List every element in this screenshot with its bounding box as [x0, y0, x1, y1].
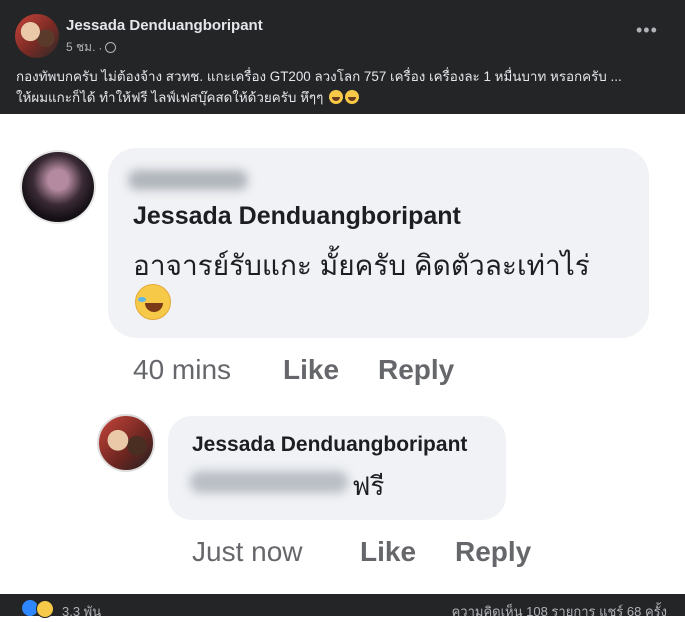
reply-author[interactable]: Jessada Denduangboripant: [192, 433, 467, 457]
grinning-emoji-icon: [345, 90, 360, 104]
reply-button[interactable]: Reply: [378, 354, 454, 386]
post-text: กองทัพบกครับ ไม่ต้องจ้าง สวทช. แกะเครื่อ…: [16, 66, 676, 108]
avatar[interactable]: [15, 14, 59, 58]
haha-icon[interactable]: [36, 600, 54, 618]
post-body: กองทัพบกครับ ไม่ต้องจ้าง สวทช. แกะเครื่อ…: [16, 69, 622, 105]
comment-share-stats[interactable]: ความคิดเห็น 108 รายการ แชร์ 68 ครั้ง: [452, 601, 667, 622]
comment-text: อาจารย์รับแกะ มั้ยครับ คิดตัวละเท่าไร่: [133, 250, 590, 281]
post-header: Jessada Denduangboripant 5 ชม. · ••• กอง…: [0, 0, 685, 114]
globe-icon: [105, 42, 117, 53]
like-button[interactable]: Like: [283, 354, 339, 386]
commenter-avatar[interactable]: [20, 150, 96, 224]
post-author[interactable]: Jessada Denduangboripant: [66, 17, 263, 34]
comment-author[interactable]: Jessada Denduangboripant: [133, 202, 461, 231]
comments-section: Jessada Denduangboripant อาจารย์รับแกะ ม…: [0, 114, 685, 594]
blurred-name: [128, 170, 248, 190]
reply-bubble: [168, 416, 506, 520]
post-footer: 3.3 พัน ความคิดเห็น 108 รายการ แชร์ 68 ค…: [0, 594, 685, 619]
grinning-emoji-icon: [329, 90, 344, 104]
reply-reply-button[interactable]: Reply: [455, 536, 531, 568]
post-time[interactable]: 5 ชม.: [66, 38, 95, 57]
reply-time[interactable]: Just now: [192, 536, 303, 568]
reply-avatar[interactable]: [97, 414, 155, 472]
meta-separator: ·: [98, 40, 103, 55]
reply-like-button[interactable]: Like: [360, 536, 416, 568]
post-meta: 5 ชม. ·: [66, 38, 117, 57]
comment-time[interactable]: 40 mins: [133, 354, 231, 386]
reply-text: ฟรี: [352, 471, 385, 501]
reaction-count[interactable]: 3.3 พัน: [62, 601, 101, 622]
more-options-button[interactable]: •••: [636, 20, 658, 41]
blurred-mention: [190, 471, 348, 493]
rolling-laughing-emoji-icon: [135, 284, 171, 320]
